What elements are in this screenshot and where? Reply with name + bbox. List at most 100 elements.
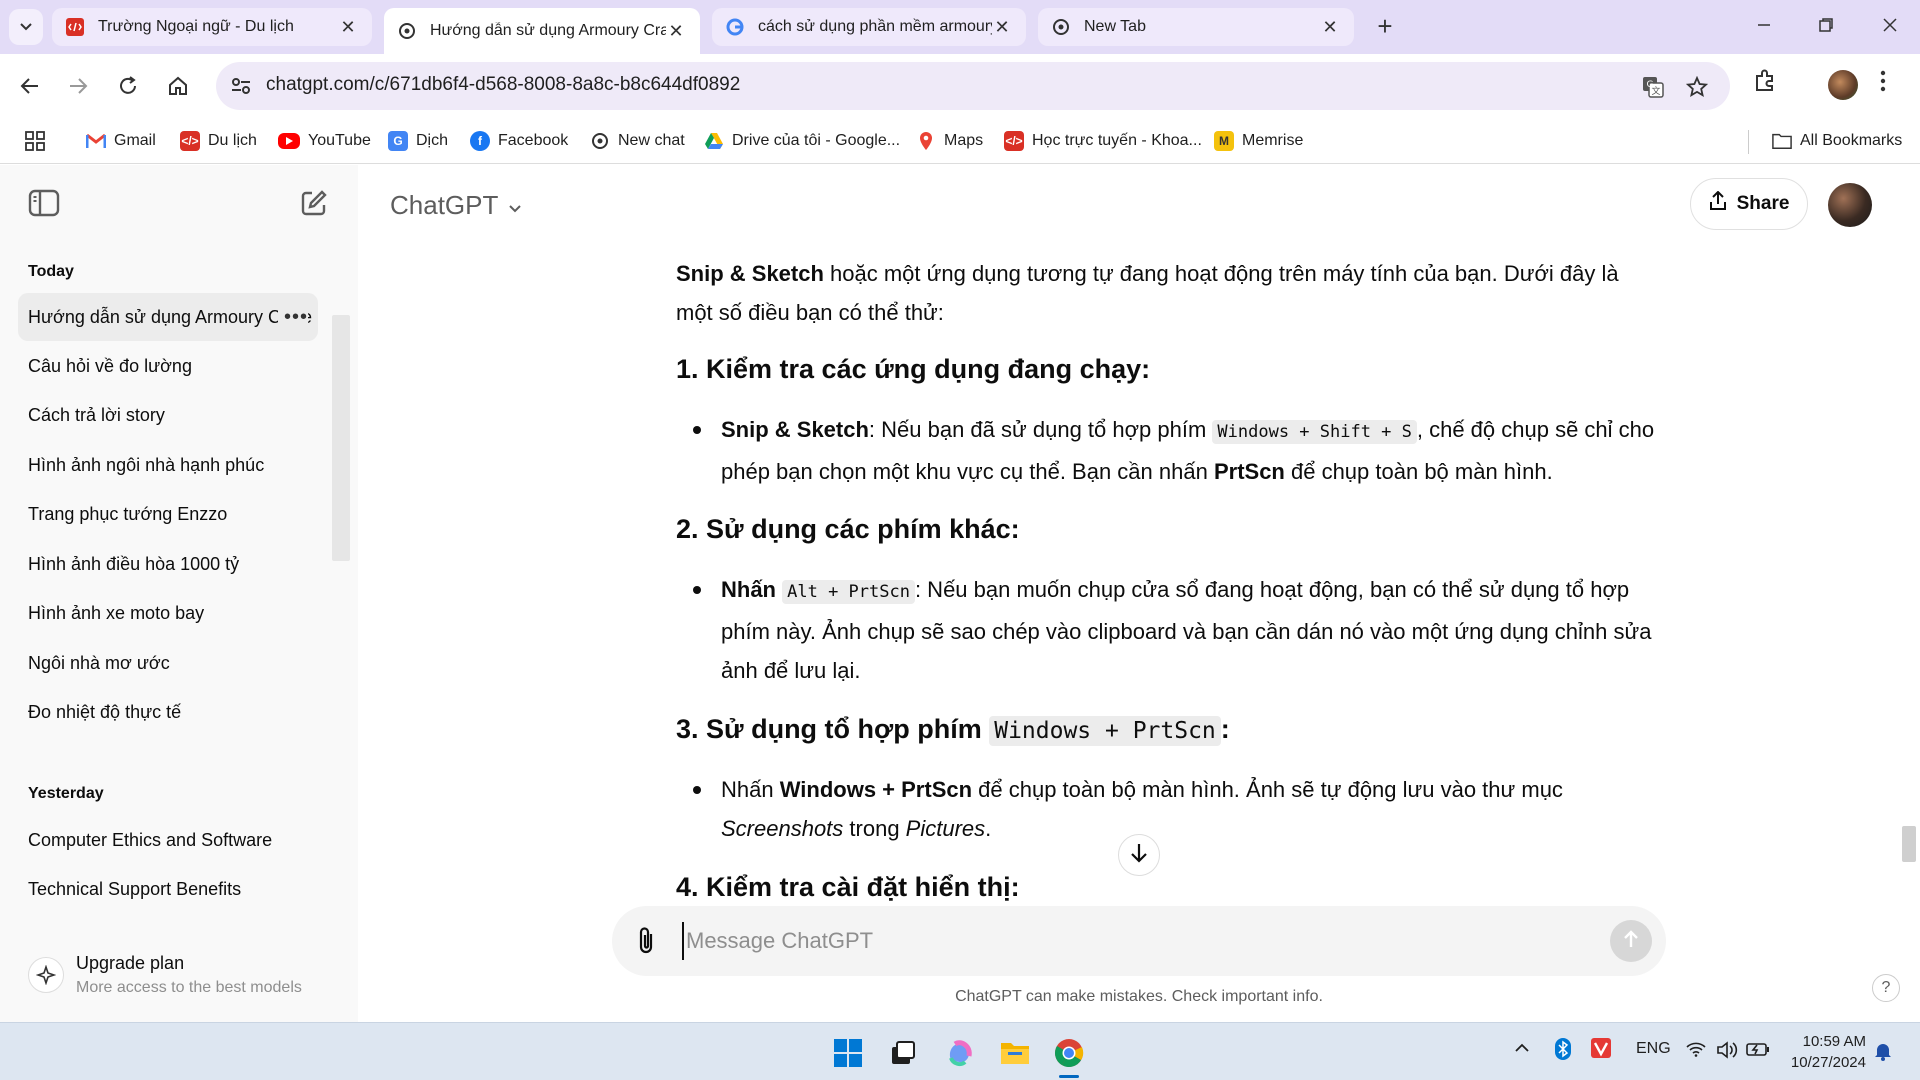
openai-icon — [1052, 18, 1070, 36]
youtube-icon — [278, 133, 300, 149]
windows-start-icon[interactable] — [828, 1033, 868, 1073]
copilot-icon[interactable] — [940, 1033, 980, 1073]
close-icon[interactable]: ✕ — [1320, 17, 1340, 38]
bookmark-maps[interactable]: Maps — [916, 128, 983, 154]
svg-text:G: G — [1647, 80, 1654, 90]
chevron-down-icon — [20, 23, 32, 31]
paperclip-icon[interactable] — [634, 926, 660, 961]
reload-icon[interactable] — [112, 70, 144, 102]
maps-icon — [916, 131, 936, 151]
tab-title: Hướng dẫn sử dụng Armoury Crat — [430, 22, 666, 39]
taskbar: ENG 10:59 AM 10/27/2024 — [0, 1022, 1920, 1080]
close-icon[interactable]: ✕ — [666, 21, 686, 42]
minimize-icon[interactable] — [1744, 10, 1784, 44]
section-heading: 3. Sử dụng tổ hợp phím Windows + PrtScn: — [676, 714, 1230, 746]
share-button[interactable]: Share — [1690, 178, 1808, 230]
bookmark-facebook[interactable]: f Facebook — [470, 128, 568, 154]
sidebar-chat-item[interactable]: Computer Ethics and Software — [18, 816, 318, 864]
wifi-icon[interactable] — [1686, 1041, 1706, 1062]
site-settings-icon[interactable] — [230, 75, 252, 102]
file-explorer-icon[interactable] — [995, 1033, 1035, 1073]
sidebar-chat-item[interactable]: Hướng dẫn sử dụng Armoury Crate ••• — [18, 293, 318, 341]
upgrade-plan-button[interactable]: Upgrade plan More access to the best mod… — [18, 945, 328, 1009]
profile-avatar[interactable] — [1828, 70, 1858, 100]
bookmark-gmail[interactable]: Gmail — [86, 128, 156, 154]
more-options-icon[interactable]: ••• — [277, 305, 308, 329]
list-item: Nhấn Windows + PrtScn để chụp toàn bộ mà… — [693, 770, 1661, 848]
arrow-up-icon — [1622, 929, 1640, 954]
sparkle-icon — [28, 957, 64, 993]
bookmark-drive[interactable]: Drive của tôi - Google... — [704, 128, 900, 154]
chevron-up-icon[interactable] — [1514, 1041, 1530, 1059]
notification-bell-icon[interactable] — [1874, 1041, 1892, 1066]
sidebar-chat-item[interactable]: Technical Support Benefits — [18, 865, 318, 913]
chat-sidebar: Today Hướng dẫn sử dụng Armoury Crate ••… — [0, 165, 358, 1022]
sidebar-toggle-icon[interactable] — [28, 189, 60, 222]
page-scrollbar[interactable] — [1902, 826, 1916, 862]
scroll-to-bottom-button[interactable] — [1118, 834, 1160, 876]
message-input[interactable] — [682, 922, 1582, 960]
all-bookmarks[interactable]: All Bookmarks — [1772, 128, 1902, 154]
vivaldi-tray-icon[interactable] — [1590, 1037, 1612, 1064]
system-clock[interactable]: 10:59 AM 10/27/2024 — [1786, 1031, 1866, 1073]
sidebar-chat-item[interactable]: Đo nhiệt độ thực tế — [18, 688, 318, 736]
google-icon — [726, 18, 744, 36]
home-icon[interactable] — [162, 70, 194, 102]
tab-truong-ngoai-ngu[interactable]: Trường Ngoại ngữ - Du lịch ✕ — [52, 8, 372, 46]
tab-cach-su-dung[interactable]: cách sử dụng phần mềm armoury ✕ — [712, 8, 1026, 46]
model-selector[interactable]: ChatGPT — [390, 190, 522, 221]
forward-icon[interactable] — [62, 70, 94, 102]
sidebar-chat-item[interactable]: Ngôi nhà mơ ước — [18, 639, 318, 687]
address-bar[interactable]: chatgpt.com/c/671db6f4-d568-8008-8a8c-b8… — [216, 62, 1730, 110]
bookmark-youtube[interactable]: YouTube — [278, 128, 371, 154]
new-tab-button[interactable]: + — [1370, 12, 1400, 42]
battery-icon[interactable] — [1746, 1041, 1770, 1062]
bluetooth-icon[interactable] — [1554, 1037, 1572, 1066]
user-avatar[interactable] — [1828, 183, 1872, 227]
help-button[interactable]: ? — [1872, 974, 1900, 1002]
tab-huong-dan-armoury[interactable]: Hướng dẫn sử dụng Armoury Crat ✕ — [384, 8, 700, 54]
bookmark-hoc-truc-tuyen[interactable]: </> Học trực tuyến - Khoa... — [1004, 128, 1202, 154]
bookmarks-bar: Gmail </> Du lịch YouTube G Dịch f Facebook… — [0, 118, 1920, 164]
clock-time: 10:59 AM — [1802, 1033, 1866, 1050]
tab-new-tab[interactable]: New Tab ✕ — [1038, 8, 1354, 46]
volume-icon[interactable] — [1716, 1041, 1738, 1064]
apps-grid-icon[interactable] — [24, 130, 46, 157]
list-item: Snip & Sketch: Nếu bạn đã sử dụng tổ hợp… — [693, 410, 1661, 491]
sidebar-scrollbar[interactable] — [332, 315, 350, 561]
url-text: chatgpt.com/c/671db6f4-d568-8008-8a8c-b8… — [266, 74, 741, 95]
close-icon[interactable]: ✕ — [992, 17, 1012, 38]
back-icon[interactable] — [14, 70, 46, 102]
close-icon[interactable]: ✕ — [338, 17, 358, 38]
sidebar-chat-item[interactable]: Hình ảnh điều hòa 1000 tỷ — [18, 540, 318, 588]
disclaimer-text: ChatGPT can make mistakes. Check importa… — [955, 988, 1323, 1005]
new-chat-icon[interactable] — [300, 189, 328, 222]
inline-code: Alt + PrtScn — [782, 580, 915, 604]
openai-icon — [590, 131, 610, 151]
sidebar-chat-item[interactable]: Hình ảnh xe moto bay — [18, 589, 318, 637]
star-bookmark-icon[interactable] — [1684, 74, 1710, 100]
bookmark-new-chat[interactable]: New chat — [590, 128, 685, 154]
sidebar-chat-item[interactable]: Trang phục tướng Enzzo — [18, 490, 318, 538]
window-close-icon[interactable] — [1870, 10, 1910, 44]
extensions-icon[interactable] — [1752, 68, 1778, 99]
translate-icon[interactable]: 文G — [1640, 74, 1666, 100]
bookmark-memrise[interactable]: M Memrise — [1214, 128, 1303, 154]
sidebar-chat-item[interactable]: Hình ảnh ngôi nhà hạnh phúc — [18, 441, 318, 489]
tab-search-button[interactable] — [9, 9, 43, 45]
sidebar-chat-item[interactable]: Cách trả lời story — [18, 391, 318, 439]
more-menu-icon[interactable] — [1880, 70, 1886, 100]
chrome-icon[interactable] — [1049, 1033, 1089, 1073]
send-button[interactable] — [1610, 920, 1652, 962]
folder-icon — [1772, 131, 1792, 151]
chevron-down-icon — [508, 190, 522, 221]
bookmarks-divider — [1748, 130, 1749, 154]
restore-icon[interactable] — [1806, 10, 1846, 44]
language-indicator[interactable]: ENG — [1636, 1040, 1671, 1058]
bookmark-dich[interactable]: G Dịch — [388, 128, 448, 154]
sidebar-chat-item[interactable]: Câu hỏi về đo lường — [18, 342, 318, 390]
task-view-icon[interactable] — [883, 1033, 923, 1073]
tab-strip: Trường Ngoại ngữ - Du lịch ✕ Hướng dẫn s… — [0, 0, 1920, 54]
bookmark-du-lich[interactable]: </> Du lịch — [180, 128, 257, 154]
tab-title: Trường Ngoại ngữ - Du lịch — [98, 18, 294, 35]
